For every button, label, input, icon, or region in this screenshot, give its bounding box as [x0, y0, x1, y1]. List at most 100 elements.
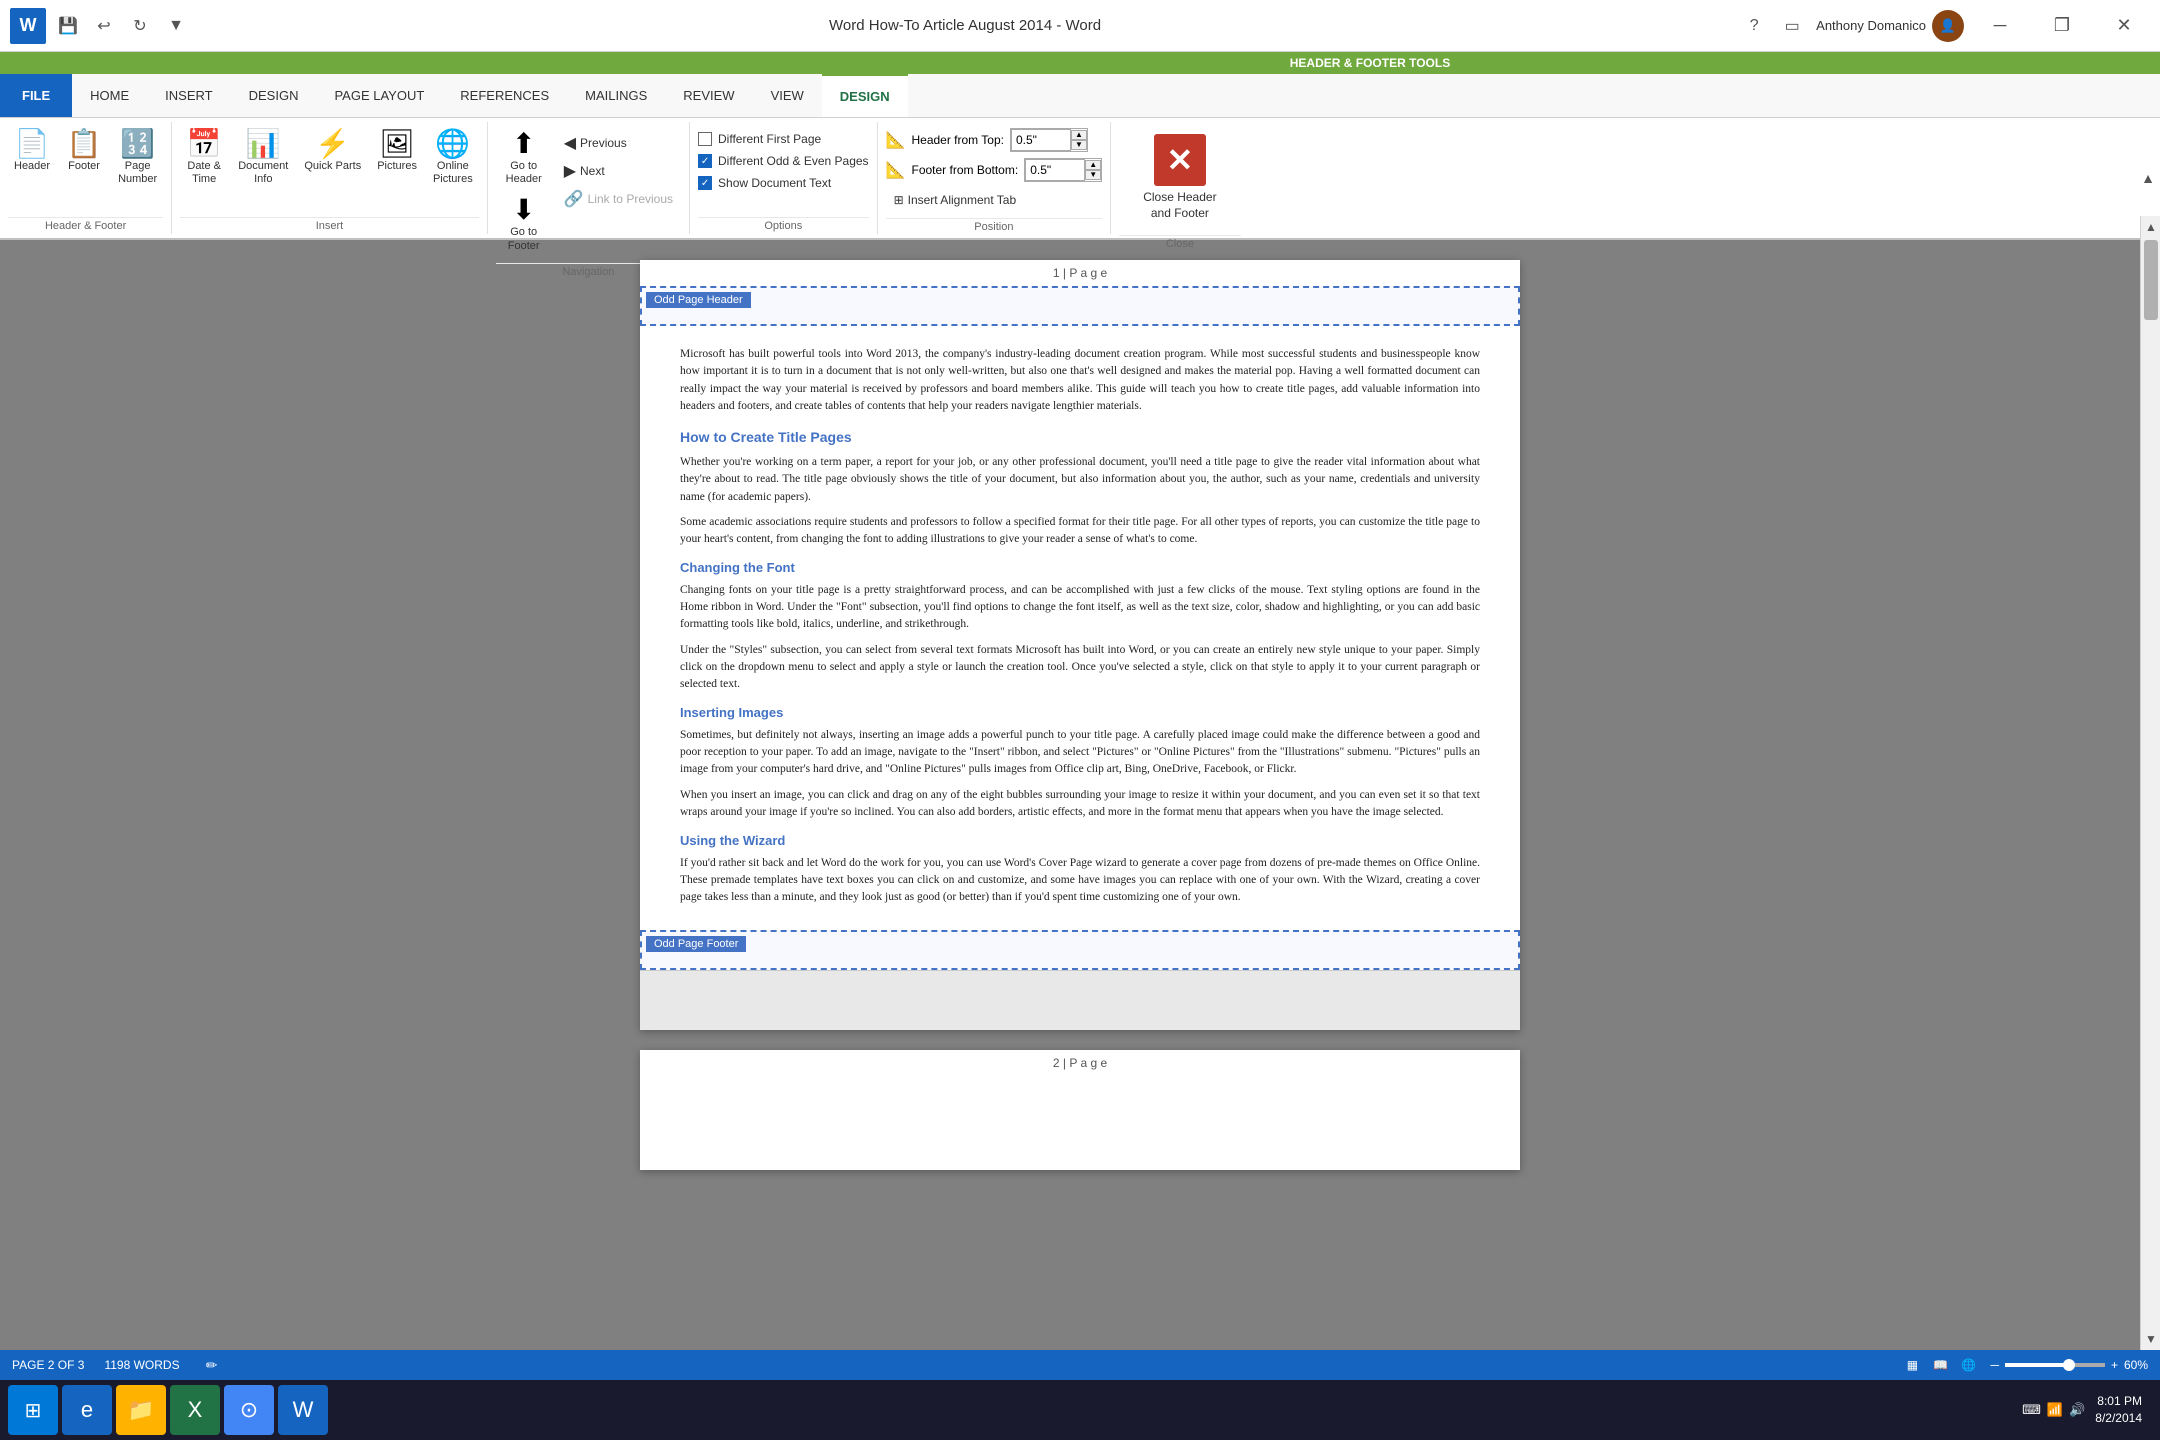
page-1-number: 1 | P a g e — [640, 260, 1520, 286]
footer-from-bottom-input[interactable]: 0.5" ▲ ▼ — [1024, 158, 1102, 182]
footer-spinner-up[interactable]: ▲ — [1085, 160, 1101, 170]
minimize-button[interactable]: ─ — [1974, 8, 2026, 44]
ribbon-display-icon[interactable]: ▭ — [1778, 12, 1806, 40]
zoom-out-icon[interactable]: ─ — [1990, 1358, 1999, 1372]
tab-view[interactable]: VIEW — [753, 74, 822, 117]
footer-from-bottom-label: Footer from Bottom: — [911, 163, 1018, 177]
date-time-button[interactable]: 📅 Date &Time — [180, 126, 228, 190]
scroll-up-button[interactable]: ▲ — [2141, 216, 2160, 238]
tab-design[interactable]: DESIGN — [231, 74, 317, 117]
go-to-header-button[interactable]: ⬆ Go toHeader — [496, 126, 552, 190]
options-group-label: Options — [698, 217, 869, 234]
status-left: PAGE 2 OF 3 1198 WORDS ✏ — [12, 1353, 224, 1377]
tab-design-hf[interactable]: DESIGN — [822, 74, 908, 117]
header-spinner-up[interactable]: ▲ — [1071, 130, 1087, 140]
user-avatar: 👤 — [1932, 10, 1964, 42]
chrome-button[interactable]: ⊙ — [224, 1385, 274, 1435]
insert-alignment-tab-icon: ⊞ — [894, 193, 904, 207]
redo-icon[interactable]: ↻ — [126, 12, 154, 40]
next-button[interactable]: ▶ Next — [556, 158, 681, 184]
insert-alignment-tab-button[interactable]: ⊞ Insert Alignment Tab — [886, 190, 1103, 210]
header-icon: 📄 — [15, 130, 50, 158]
scrollbar-thumb-area — [2141, 238, 2160, 1328]
different-odd-even-checkbox[interactable]: ✓ Different Odd & Even Pages — [698, 152, 869, 170]
page-2: 2 | P a g e — [640, 1050, 1520, 1170]
explorer-button[interactable]: 📁 — [116, 1385, 166, 1435]
tab-references[interactable]: REFERENCES — [442, 74, 567, 117]
clock-date: 8/2/2014 — [2095, 1410, 2142, 1427]
next-icon: ▶ — [564, 161, 576, 181]
header-spinner-down[interactable]: ▼ — [1071, 140, 1087, 150]
taskbar: ⊞ e 📁 X ⊙ W ⌨ 📶 🔊 8:01 PM 8/2/2014 — [0, 1380, 2160, 1440]
start-button[interactable]: ⊞ — [8, 1385, 58, 1435]
tab-mailings[interactable]: MAILINGS — [567, 74, 665, 117]
edit-document-icon[interactable]: ✏ — [200, 1353, 224, 1377]
web-layout-icon[interactable]: 🌐 — [1956, 1355, 1980, 1375]
tab-file[interactable]: FILE — [0, 74, 72, 117]
taskbar-right: ⌨ 📶 🔊 8:01 PM 8/2/2014 — [2022, 1393, 2152, 1427]
link-to-previous-label: Link to Previous — [588, 192, 673, 206]
taskbar-system-icons: ⌨ 📶 🔊 — [2022, 1402, 2085, 1418]
h3-using-wizard: Using the Wizard — [680, 831, 1480, 851]
scrollbar-thumb[interactable] — [2144, 240, 2158, 320]
footer-button[interactable]: 📋 Footer — [60, 126, 108, 177]
position-group-label: Position — [886, 218, 1103, 235]
scroll-down-button[interactable]: ▼ — [2141, 1328, 2160, 1350]
online-pictures-button[interactable]: 🌐 OnlinePictures — [427, 126, 479, 190]
page-1-body: Microsoft has built powerful tools into … — [640, 326, 1520, 930]
close-group-label: Close — [1119, 235, 1240, 252]
page-1-footer[interactable]: Odd Page Footer — [640, 930, 1520, 970]
go-to-footer-button[interactable]: ⬇ Go toFooter — [496, 192, 552, 256]
using-wizard-p1: If you'd rather sit back and let Word do… — [680, 855, 1480, 907]
close-header-footer-label: Close Headerand Footer — [1143, 190, 1216, 221]
next-label: Next — [580, 164, 605, 178]
volume-icon: 🔊 — [2069, 1402, 2085, 1418]
status-right: ▦ 📖 🌐 ─ + 60% — [1900, 1355, 2148, 1375]
link-to-previous-button[interactable]: 🔗 Link to Previous — [556, 186, 681, 212]
different-first-page-checkbox[interactable]: Different First Page — [698, 130, 869, 148]
ie-button[interactable]: e — [62, 1385, 112, 1435]
close-header-footer-button[interactable]: ✕ Close Headerand Footer — [1127, 126, 1232, 229]
read-mode-icon[interactable]: 📖 — [1928, 1355, 1952, 1375]
print-layout-icon[interactable]: ▦ — [1900, 1355, 1924, 1375]
document-area[interactable]: 1 | P a g e Odd Page Header Microsoft ha… — [0, 240, 2160, 1358]
user-name: Anthony Domanico — [1816, 18, 1926, 33]
tab-page-layout[interactable]: PAGE LAYOUT — [316, 74, 442, 117]
page-1-header[interactable]: Odd Page Header — [640, 286, 1520, 326]
close-button[interactable]: ✕ — [2098, 8, 2150, 44]
tab-home[interactable]: HOME — [72, 74, 147, 117]
online-pictures-icon: 🌐 — [435, 130, 470, 158]
footer-spinner-down[interactable]: ▼ — [1085, 170, 1101, 180]
undo-icon[interactable]: ↩ — [90, 12, 118, 40]
user-info[interactable]: Anthony Domanico 👤 — [1816, 10, 1964, 42]
header-button[interactable]: 📄 Header — [8, 126, 56, 177]
document-info-button[interactable]: 📊 DocumentInfo — [232, 126, 294, 190]
h3-inserting-images: Inserting Images — [680, 703, 1480, 723]
customize-icon[interactable]: ▼ — [162, 12, 190, 40]
save-icon[interactable]: 💾 — [54, 12, 82, 40]
pictures-button[interactable]: 🖼 Pictures — [371, 126, 423, 177]
changing-font-p1: Changing fonts on your title page is a p… — [680, 582, 1480, 634]
zoom-thumb[interactable] — [2063, 1359, 2075, 1371]
show-document-text-checkbox[interactable]: ✓ Show Document Text — [698, 174, 869, 192]
tab-insert[interactable]: INSERT — [147, 74, 230, 117]
insert-alignment-tab-label: Insert Alignment Tab — [908, 193, 1017, 207]
word-button[interactable]: W — [278, 1385, 328, 1435]
ribbon-content: 📄 Header 📋 Footer 🔢 PageNumber Header & … — [0, 118, 2160, 238]
restore-button[interactable]: ❐ — [2036, 8, 2088, 44]
ribbon-group-close: ✕ Close Headerand Footer Close — [1111, 122, 1248, 234]
zoom-in-icon[interactable]: + — [2111, 1358, 2118, 1372]
help-icon[interactable]: ? — [1740, 12, 1768, 40]
ribbon-group-insert: 📅 Date &Time 📊 DocumentInfo ⚡ Quick Part… — [172, 122, 488, 234]
page-1-gap — [640, 970, 1520, 1030]
header-from-top-input[interactable]: 0.5" ▲ ▼ — [1010, 128, 1088, 152]
page-number-button[interactable]: 🔢 PageNumber — [112, 126, 163, 190]
excel-button[interactable]: X — [170, 1385, 220, 1435]
quick-parts-button[interactable]: ⚡ Quick Parts — [298, 126, 367, 177]
word-count: 1198 WORDS — [104, 1358, 179, 1372]
h2-title-pages: How to Create Title Pages — [680, 427, 1480, 448]
previous-button[interactable]: ◀ Previous — [556, 130, 681, 156]
zoom-slider[interactable] — [2005, 1363, 2105, 1367]
clock: 8:01 PM 8/2/2014 — [2095, 1393, 2142, 1427]
tab-review[interactable]: REVIEW — [665, 74, 752, 117]
